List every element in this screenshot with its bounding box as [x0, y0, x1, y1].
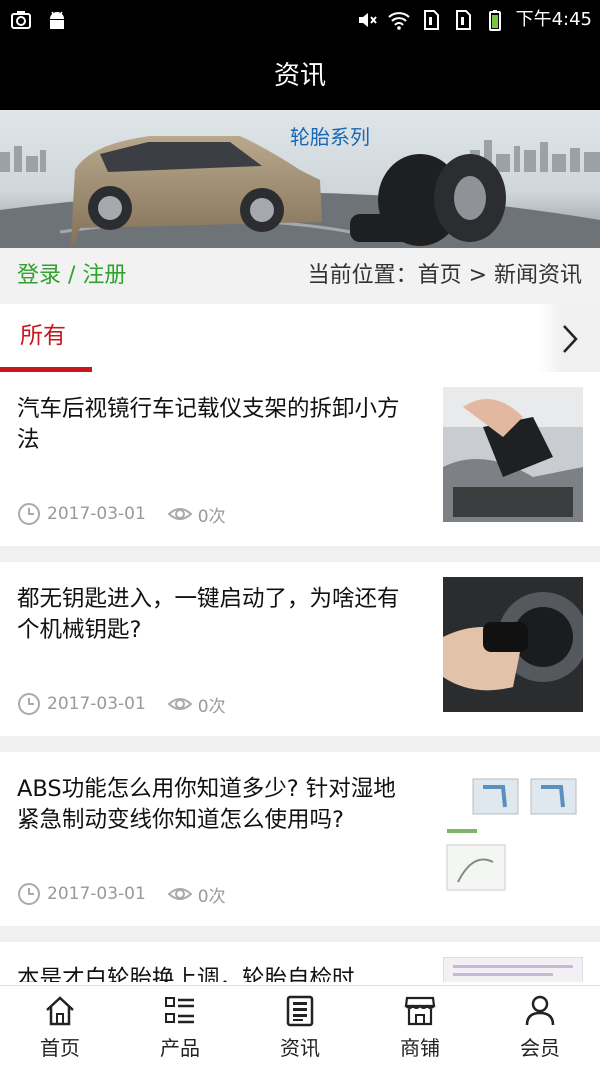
nav-label: 会员 — [520, 1036, 560, 1060]
news-date: 2017-03-01 — [47, 694, 146, 714]
thumbnail-image — [443, 577, 583, 712]
clock-icon — [18, 883, 40, 905]
nav-shop[interactable]: 商铺 — [360, 986, 480, 1068]
news-date: 2017-03-01 — [47, 884, 146, 904]
page-title: 资讯 — [273, 61, 326, 91]
news-views: 0次 — [197, 696, 226, 717]
list-divider — [0, 546, 600, 562]
status-bar: 下午4:45 — [0, 0, 600, 42]
nav-products[interactable]: 产品 — [120, 986, 240, 1068]
screenshot-icon — [11, 11, 31, 29]
nav-news[interactable]: 资讯 — [240, 986, 360, 1068]
nav-member[interactable]: 会员 — [480, 986, 600, 1068]
news-meta: 2017-03-01 0次 — [17, 881, 226, 907]
news-title[interactable]: 都无钥匙进入，一键启动了，为啥还有个机械钥匙? — [17, 584, 407, 646]
home-icon — [46, 996, 74, 1026]
user-icon — [525, 995, 555, 1026]
clock-icon — [18, 503, 40, 525]
tab-scroll-button[interactable] — [538, 304, 600, 372]
clock-icon — [18, 693, 40, 715]
thumbnail-image — [443, 957, 583, 982]
status-time: 下午4:45 — [515, 9, 592, 30]
nav-label: 商铺 — [400, 1036, 440, 1060]
sim1-icon — [423, 10, 439, 30]
news-thumbnail[interactable] — [443, 577, 583, 712]
nav-label: 首页 — [40, 1036, 80, 1060]
news-item[interactable]: 汽车后视镜行车记载仪支架的拆卸小方法 2017-03-01 0次 — [0, 372, 600, 546]
chevron-right-icon — [563, 325, 578, 353]
list-divider — [0, 736, 600, 752]
news-list: 汽车后视镜行车记载仪支架的拆卸小方法 2017-03-01 0次 都无钥匙进入，… — [0, 372, 600, 982]
news-title[interactable]: 本是才白轮胎换上调，轮胎自检时 — [17, 964, 407, 982]
login-register: 登录 / 注册 — [17, 248, 126, 304]
news-views: 0次 — [197, 886, 226, 907]
list-icon — [165, 997, 194, 1024]
tab-all-label: 所有 — [20, 323, 66, 349]
bottom-nav: 首页 产品 资讯 商铺 会员 — [0, 985, 600, 1068]
register-link[interactable]: 注册 — [82, 263, 126, 288]
news-icon — [286, 995, 314, 1027]
news-thumbnail[interactable] — [443, 767, 583, 902]
news-title[interactable]: 汽车后视镜行车记载仪支架的拆卸小方法 — [17, 394, 407, 456]
eye-icon — [167, 508, 192, 520]
banner-image: 轮胎系列 — [0, 110, 600, 248]
shop-icon — [404, 996, 436, 1026]
news-thumbnail[interactable] — [443, 387, 583, 522]
android-icon — [50, 11, 64, 29]
category-tabs: 所有 — [0, 304, 600, 372]
sim2-icon — [455, 10, 471, 30]
news-thumbnail[interactable] — [443, 957, 583, 982]
nav-label: 资讯 — [280, 1036, 320, 1060]
tab-all[interactable]: 所有 — [0, 304, 92, 372]
app-header: 资讯 — [0, 42, 600, 110]
nav-label: 产品 — [160, 1036, 200, 1060]
news-date: 2017-03-01 — [47, 504, 146, 524]
news-meta: 2017-03-01 0次 — [17, 501, 226, 527]
wifi-icon — [387, 12, 410, 30]
news-meta: 2017-03-01 0次 — [17, 691, 226, 717]
mute-icon — [358, 13, 377, 27]
battery-icon — [488, 10, 501, 31]
news-item[interactable]: 本是才白轮胎换上调，轮胎自检时 — [0, 942, 600, 982]
eye-icon — [167, 888, 192, 900]
nav-home[interactable]: 首页 — [0, 986, 120, 1068]
news-title[interactable]: ABS功能怎么用你知道多少? 针对湿地紧急制动变线你知道怎么使用吗? — [17, 774, 407, 836]
news-item[interactable]: ABS功能怎么用你知道多少? 针对湿地紧急制动变线你知道怎么使用吗? 2017-… — [0, 752, 600, 926]
promo-banner[interactable]: 轮胎系列 — [0, 110, 600, 248]
news-item[interactable]: 都无钥匙进入，一键启动了，为啥还有个机械钥匙? 2017-03-01 0次 — [0, 562, 600, 736]
thumbnail-image — [443, 387, 583, 522]
thumbnail-image — [443, 767, 583, 902]
login-separator: / — [61, 263, 83, 288]
breadcrumb: 当前位置：首页 > 新闻资讯 — [307, 263, 582, 288]
login-link[interactable]: 登录 — [17, 263, 61, 288]
eye-icon — [167, 698, 192, 710]
info-bar: 登录 / 注册 当前位置：首页 > 新闻资讯 — [0, 248, 600, 304]
banner-label: 轮胎系列 — [290, 125, 370, 149]
list-divider — [0, 926, 600, 942]
news-views: 0次 — [197, 506, 226, 527]
